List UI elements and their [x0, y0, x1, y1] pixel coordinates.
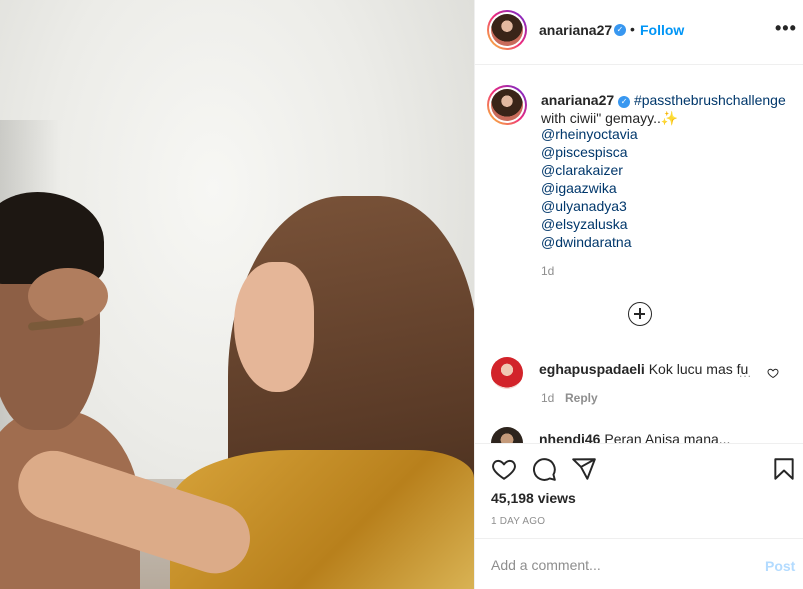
mention-link[interactable]: @piscespisca	[541, 143, 781, 161]
comment-username[interactable]: eghapuspadaeli	[539, 361, 645, 377]
share-icon[interactable]	[571, 456, 597, 482]
post-comment-button[interactable]: Post	[765, 558, 795, 574]
comment-username[interactable]: nhendi46	[539, 431, 600, 443]
follow-button[interactable]: Follow	[640, 22, 684, 38]
comment-avatar[interactable]	[491, 357, 523, 389]
comment-like-heart-icon[interactable]	[767, 367, 779, 379]
heart-icon[interactable]	[491, 456, 517, 482]
caption-mentions: @rheinyoctavia @piscespisca @clarakaizer…	[541, 125, 781, 251]
caption-avatar[interactable]	[487, 85, 527, 125]
post-sidebar: anariana27 ✓ • Follow ••• anariana27 ✓ #…	[474, 0, 803, 589]
comment-icon[interactable]	[531, 456, 557, 482]
author-username[interactable]: anariana27	[539, 22, 612, 38]
save-icon[interactable]	[771, 456, 797, 482]
mention-link[interactable]: @igaazwika	[541, 179, 781, 197]
author-avatar[interactable]	[487, 10, 527, 50]
comment-avatar[interactable]	[491, 427, 523, 443]
mention-link[interactable]: @elsyzaluska	[541, 215, 781, 233]
comment-text: nhendi46 Peran Anisa mana...	[539, 431, 730, 443]
load-more-comments-icon[interactable]	[628, 302, 652, 326]
add-comment-bar: Post	[475, 538, 803, 589]
sparkles-emoji-icon: ✨	[660, 110, 679, 126]
mention-link[interactable]: @ulyanadya3	[541, 197, 781, 215]
video-person-woman-face	[234, 262, 314, 392]
caption-body: with ciwii" gemayy..	[541, 110, 661, 126]
view-count[interactable]: 45,198 views	[491, 490, 576, 506]
post-video[interactable]	[0, 0, 474, 589]
mention-link[interactable]: @clarakaizer	[541, 161, 781, 179]
comment-body: Peran Anisa mana...	[604, 431, 731, 443]
post-actions: 45,198 views 1 DAY AGO	[475, 443, 803, 538]
caption: anariana27 ✓ #passthebrushchallenge with…	[541, 91, 796, 127]
post-timestamp[interactable]: 1 DAY AGO	[491, 516, 545, 527]
caption-timestamp[interactable]: 1d	[541, 264, 554, 278]
caption-hashtag[interactable]: #passthebrushchallenge	[634, 92, 786, 108]
add-comment-input[interactable]	[491, 555, 731, 575]
comment-more-icon[interactable]: ...	[739, 366, 752, 380]
video-hand-on-face	[28, 268, 108, 324]
comment-timestamp[interactable]: 1d	[541, 391, 554, 405]
mention-link[interactable]: @rheinyoctavia	[541, 125, 781, 143]
comment-body: Kok lucu mas fu	[648, 361, 749, 377]
comment-text: eghapuspadaeli Kok lucu mas fu	[539, 361, 748, 377]
caption-verified-badge-icon: ✓	[618, 96, 631, 108]
more-options-icon[interactable]: •••	[775, 18, 797, 39]
mention-link[interactable]: @dwindaratna	[541, 233, 781, 251]
post-header: anariana27 ✓ • Follow •••	[475, 0, 803, 65]
separator-dot: •	[630, 21, 635, 37]
caption-username[interactable]: anariana27	[541, 92, 614, 108]
verified-badge-icon: ✓	[614, 24, 626, 36]
comment-reply-button[interactable]: Reply	[565, 391, 598, 405]
comments-section[interactable]: anariana27 ✓ #passthebrushchallenge with…	[475, 65, 803, 443]
